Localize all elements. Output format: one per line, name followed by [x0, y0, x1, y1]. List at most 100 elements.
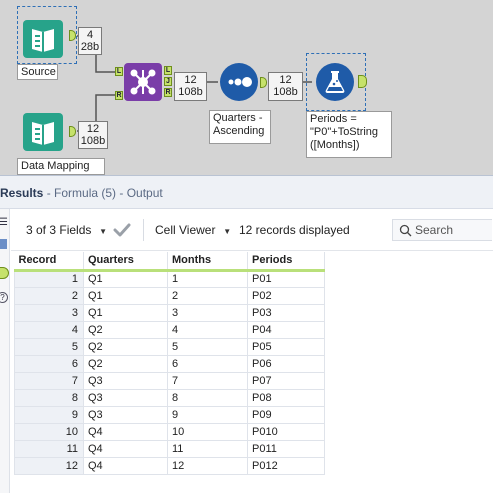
record-cell[interactable]: 1 [14, 269, 84, 288]
sort-tool[interactable] [220, 63, 260, 103]
quarters-cell[interactable]: Q1 [83, 269, 168, 288]
months-cell[interactable]: 9 [167, 405, 248, 424]
formula-label: Periods = "P0"+ToString ([Months]) [306, 111, 392, 158]
fields-dropdown[interactable]: 3 of 3 Fields ▼ [26, 223, 107, 237]
record-cell[interactable]: 12 [14, 456, 84, 475]
join-left-input-anchor[interactable]: L [115, 67, 123, 76]
table-row[interactable]: 10 Q4 10 P010 [14, 422, 325, 441]
months-cell[interactable]: 5 [167, 337, 248, 356]
sort-count-records: 12 [279, 74, 292, 86]
join-right-input-anchor[interactable]: R [115, 91, 123, 100]
periods-cell[interactable]: P011 [247, 439, 325, 458]
periods-cell[interactable]: P08 [247, 388, 325, 407]
table-body: 1 Q1 1 P01 2 Q1 2 P02 3 Q1 3 P03 4 Q2 4 P04 5 Q2 5 P05 6 Q2 6 P… [14, 269, 325, 475]
table-row[interactable]: 11 Q4 11 P011 [14, 439, 325, 458]
search-box[interactable] [392, 219, 492, 241]
record-cell[interactable]: 6 [14, 354, 84, 373]
record-cell[interactable]: 11 [14, 439, 84, 458]
info-icon[interactable]: ? [0, 292, 8, 303]
quarters-cell[interactable]: Q2 [83, 320, 168, 339]
book-icon [23, 113, 63, 151]
periods-cell[interactable]: P02 [247, 286, 325, 305]
months-cell[interactable]: 12 [167, 456, 248, 475]
months-cell[interactable]: 11 [167, 439, 248, 458]
column-header-quarters[interactable]: Quarters [83, 252, 168, 272]
table-row[interactable]: 12 Q4 12 P012 [14, 456, 325, 475]
metadata-icon[interactable] [0, 239, 7, 249]
months-cell[interactable]: 8 [167, 388, 248, 407]
record-cell[interactable]: 7 [14, 371, 84, 390]
record-cell[interactable]: 2 [14, 286, 84, 305]
months-cell[interactable]: 6 [167, 354, 248, 373]
source-input-tool[interactable] [23, 20, 65, 58]
table-row[interactable]: 6 Q2 6 P06 [14, 354, 325, 373]
data-mapping-count-records: 12 [86, 123, 100, 135]
months-cell[interactable]: 7 [167, 371, 248, 390]
sort-count-bytes: 108b [273, 86, 298, 98]
quarters-cell[interactable]: Q2 [83, 337, 168, 356]
months-cell[interactable]: 10 [167, 422, 248, 441]
formula-tool[interactable] [316, 63, 356, 103]
table-row[interactable]: 9 Q3 9 P09 [14, 405, 325, 424]
join-join-output-anchor[interactable]: J [164, 77, 172, 86]
source-record-counter: 4 28b [78, 27, 102, 55]
formula-label-line-3: ([Months]) [310, 139, 360, 151]
join-right-output-anchor[interactable]: R [164, 88, 172, 97]
table-row[interactable]: 8 Q3 8 P08 [14, 388, 325, 407]
periods-cell[interactable]: P04 [247, 320, 325, 339]
table-row[interactable]: 7 Q3 7 P07 [14, 371, 325, 390]
workflow-canvas[interactable]: 4 28b Source 12 108b Data Mapping L R L … [0, 0, 493, 175]
column-header-months[interactable]: Months [167, 252, 248, 272]
table-row[interactable]: 5 Q2 5 P05 [14, 337, 325, 356]
cell-viewer-dropdown[interactable]: Cell Viewer ▼ [155, 223, 231, 237]
periods-cell[interactable]: P06 [247, 354, 325, 373]
periods-cell[interactable]: P05 [247, 337, 325, 356]
periods-cell[interactable]: P07 [247, 371, 325, 390]
periods-cell[interactable]: P010 [247, 422, 325, 441]
quarters-cell[interactable]: Q4 [83, 422, 168, 441]
quarters-cell[interactable]: Q4 [83, 439, 168, 458]
column-header-record[interactable]: Record [14, 252, 84, 272]
quarters-cell[interactable]: Q3 [83, 405, 168, 424]
months-cell[interactable]: 3 [167, 303, 248, 322]
menu-icon[interactable]: ☰ [0, 217, 8, 228]
record-cell[interactable]: 10 [14, 422, 84, 441]
record-cell[interactable]: 8 [14, 388, 84, 407]
data-mapping-input-tool[interactable] [23, 113, 65, 151]
quarters-cell[interactable]: Q1 [83, 286, 168, 305]
results-subtitle: - Formula (5) - Output [46, 186, 163, 200]
results-toolbar: 3 of 3 Fields ▼ Cell Viewer ▼ 12 records… [11, 209, 493, 251]
data-mapping-record-counter: 12 108b [78, 121, 108, 149]
table-row[interactable]: 1 Q1 1 P01 [14, 269, 325, 288]
join-tool[interactable] [124, 63, 164, 101]
periods-cell[interactable]: P01 [247, 269, 325, 288]
column-header-periods[interactable]: Periods [247, 252, 325, 272]
apply-button[interactable] [112, 220, 132, 243]
results-table: Record Quarters Months Periods 1 Q1 1 P01 2 Q… [14, 252, 325, 475]
record-cell[interactable]: 4 [14, 320, 84, 339]
months-cell[interactable]: 2 [167, 286, 248, 305]
record-cell[interactable]: 5 [14, 337, 84, 356]
table-row[interactable]: 4 Q2 4 P04 [14, 320, 325, 339]
formula-label-line-2: "P0"+ToString [310, 126, 379, 138]
record-cell[interactable]: 3 [14, 303, 84, 322]
join-left-output-anchor[interactable]: L [164, 66, 172, 75]
periods-cell[interactable]: P03 [247, 303, 325, 322]
table-row[interactable]: 3 Q1 3 P03 [14, 303, 325, 322]
months-cell[interactable]: 1 [167, 269, 248, 288]
search-input[interactable] [415, 222, 489, 238]
quarters-cell[interactable]: Q1 [83, 303, 168, 322]
periods-cell[interactable]: P09 [247, 405, 325, 424]
quarters-cell[interactable]: Q3 [83, 371, 168, 390]
quarters-cell[interactable]: Q4 [83, 456, 168, 475]
months-cell[interactable]: 4 [167, 320, 248, 339]
periods-cell[interactable]: P012 [247, 456, 325, 475]
quarters-cell[interactable]: Q3 [83, 388, 168, 407]
formula-output-anchor[interactable] [358, 75, 367, 88]
output-anchor-icon[interactable] [0, 267, 9, 279]
source-count-records: 4 [86, 29, 94, 41]
record-cell[interactable]: 9 [14, 405, 84, 424]
quarters-cell[interactable]: Q2 [83, 354, 168, 373]
data-mapping-label: Data Mapping [17, 158, 105, 175]
table-row[interactable]: 2 Q1 2 P02 [14, 286, 325, 305]
